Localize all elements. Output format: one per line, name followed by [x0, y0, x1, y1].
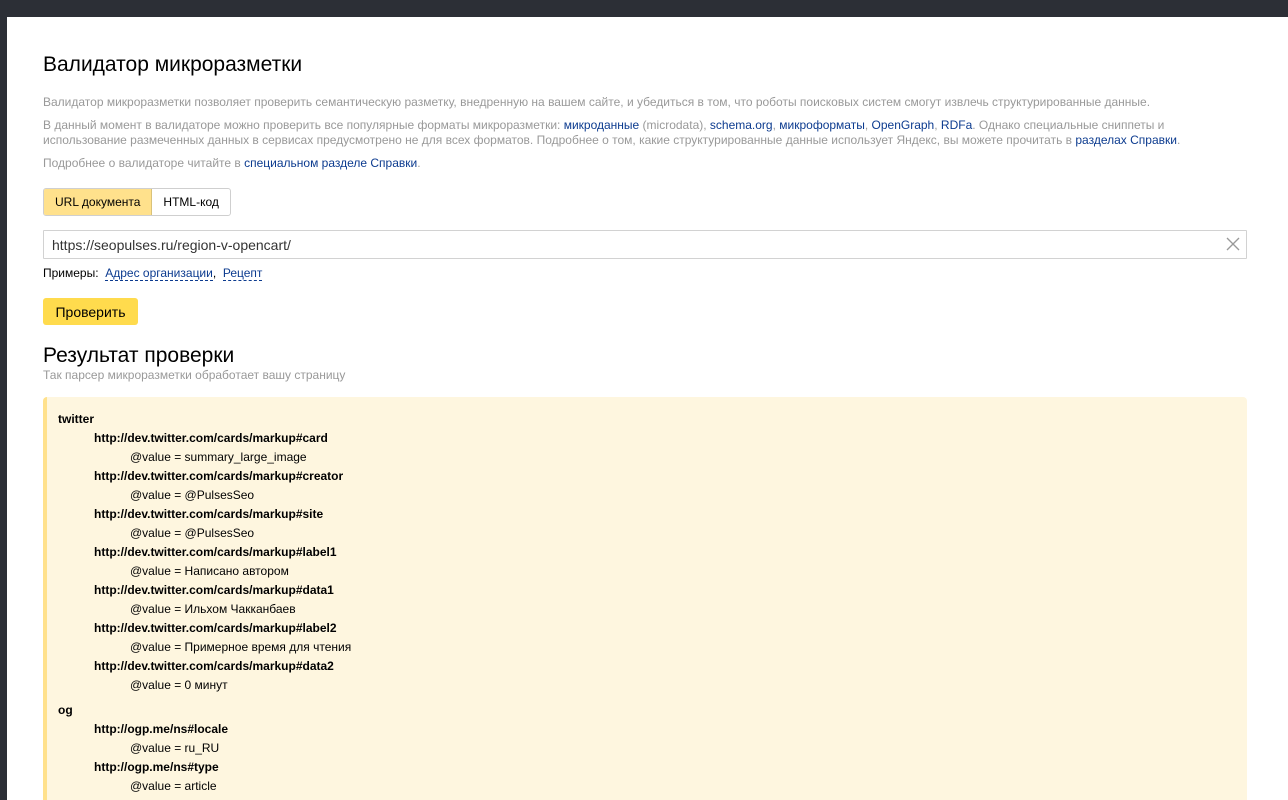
formats-prefix: В данный момент в валидаторе можно прове… [43, 118, 564, 132]
intro-text: Валидатор микроразметки позволяет провер… [43, 95, 1151, 109]
separator: , [934, 118, 941, 132]
property-value: @value = Написано автором [130, 564, 289, 578]
group-name: og [58, 703, 73, 717]
property-value: @value = ru_RU [130, 741, 220, 755]
property-value: @value = 0 минут [130, 678, 228, 692]
microformats-link[interactable]: микроформаты [779, 118, 865, 132]
input-mode-tabs: URL документа HTML-код [43, 188, 231, 216]
microdata-note: (microdata), [639, 118, 710, 132]
more-end: . [417, 156, 421, 170]
examples-label: Примеры: [43, 266, 99, 280]
property-key: http://dev.twitter.com/cards/markup#data… [94, 659, 334, 673]
page-title: Валидатор микроразметки [43, 53, 303, 76]
opengraph-link[interactable]: OpenGraph [872, 118, 935, 132]
schema-org-link[interactable]: schema.org [710, 118, 773, 132]
property-key: http://ogp.me/ns#type [94, 760, 219, 774]
rdfa-link[interactable]: RDFa [941, 118, 972, 132]
property-value: @value = article [130, 779, 217, 793]
property-value: @value = @PulsesSeo [130, 488, 255, 502]
result-subtitle: Так парсер микроразметки обработает вашу… [43, 368, 346, 382]
group-name: twitter [58, 412, 94, 426]
property-key: http://ogp.me/ns#locale [94, 722, 229, 736]
formats-end: . [1176, 133, 1181, 147]
clear-icon[interactable] [1226, 237, 1240, 251]
example-organization-address[interactable]: Адрес организации [105, 266, 213, 281]
result-group-twitter: twitter http://dev.twitter.com/cards/mar… [58, 410, 351, 695]
property-value: @value = Примерное время для чтения [130, 640, 352, 654]
property-value: @value = @PulsesSeo [130, 526, 255, 540]
property-key: http://dev.twitter.com/cards/markup#labe… [94, 545, 337, 559]
examples-row: Примеры: Адрес организации, Рецепт [43, 266, 263, 281]
property-key: http://dev.twitter.com/cards/markup#site [94, 507, 324, 521]
property-key: http://dev.twitter.com/cards/markup#labe… [94, 621, 337, 635]
property-value: @value = Ильхом Чакканбаев [130, 602, 296, 616]
result-group-og: og http://ogp.me/ns#locale @value = ru_R… [58, 701, 351, 796]
validator-page: Валидатор микроразметки Валидатор микрор… [7, 17, 1288, 800]
property-key: http://dev.twitter.com/cards/markup#crea… [94, 469, 344, 483]
more-info-text: Подробнее о валидаторе читайте в специал… [43, 156, 1247, 171]
result-title: Результат проверки [43, 344, 235, 367]
property-value: @value = summary_large_image [130, 450, 307, 464]
property-key: http://dev.twitter.com/cards/markup#card [94, 431, 328, 445]
result-tree: twitter http://dev.twitter.com/cards/mar… [58, 410, 351, 800]
help-sections-link[interactable]: разделах Справки [1075, 133, 1177, 147]
separator: , [864, 118, 872, 132]
property-key: http://dev.twitter.com/cards/markup#data… [94, 583, 334, 597]
check-button[interactable]: Проверить [43, 298, 138, 325]
url-field [43, 230, 1247, 259]
more-prefix: Подробнее о валидаторе читайте в [43, 156, 245, 170]
microdata-link[interactable]: микроданные [564, 118, 640, 132]
result-panel: twitter http://dev.twitter.com/cards/mar… [43, 397, 1247, 800]
help-section-link[interactable]: специальном разделе Справки [244, 156, 417, 170]
url-input[interactable] [52, 231, 1212, 258]
formats-text: В данный момент в валидаторе можно прове… [43, 118, 1247, 148]
tab-html-code[interactable]: HTML-код [152, 189, 229, 215]
example-recipe[interactable]: Рецепт [222, 266, 263, 281]
tab-url-document[interactable]: URL документа [44, 189, 153, 215]
